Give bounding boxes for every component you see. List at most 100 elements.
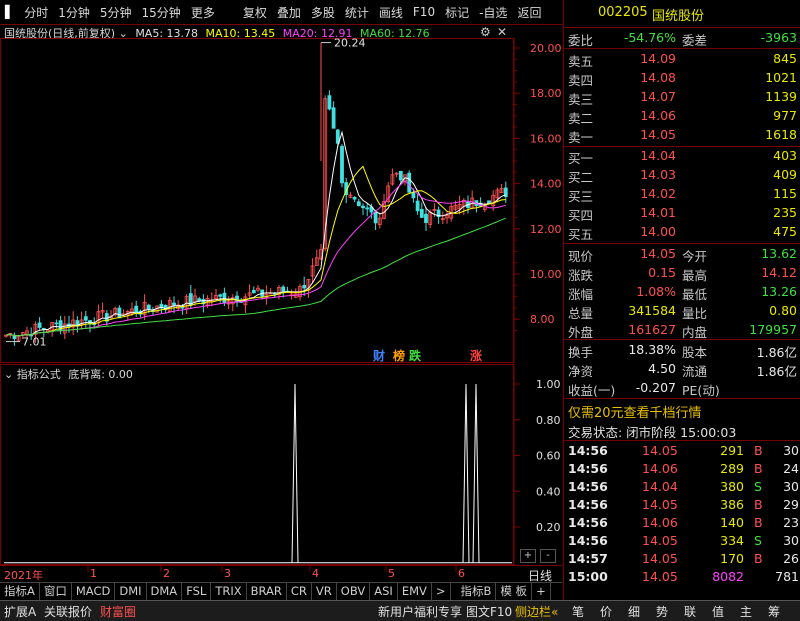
time-axis-year: 2021年 bbox=[4, 569, 43, 582]
indicator-header: ⌄ 指标公式 底背离: 0.00 bbox=[4, 366, 133, 382]
tick-price: 14.05 bbox=[642, 551, 678, 566]
candle bbox=[117, 307, 122, 319]
price-axis-label: 8.00 bbox=[530, 313, 555, 326]
bid-label: 买二 bbox=[568, 170, 594, 185]
zoom-out-button[interactable]: - bbox=[540, 549, 556, 563]
status-left-2[interactable]: 财富圈 bbox=[100, 603, 136, 620]
ask-price: 14.05 bbox=[640, 127, 676, 142]
event-badge: 财 bbox=[372, 348, 385, 363]
low-label: 7.01 bbox=[22, 336, 47, 349]
indicator-tab-4[interactable]: DMA bbox=[147, 583, 183, 600]
status-right-2[interactable]: 侧边栏« bbox=[515, 603, 558, 620]
indicator-tab-5[interactable]: FSL bbox=[182, 583, 212, 600]
promo-link[interactable]: 仅需20元查看千档行情 bbox=[568, 402, 702, 421]
stock-code: 002205 bbox=[598, 5, 648, 20]
tick-price: 14.04 bbox=[642, 479, 678, 494]
indicator-tab-13[interactable]: > bbox=[432, 583, 451, 600]
indicator-tab-3[interactable]: DMI bbox=[115, 583, 147, 600]
candle bbox=[172, 302, 176, 306]
status-right-0[interactable]: 新用户福利专享 bbox=[378, 603, 462, 620]
status-left-0[interactable]: 扩展A bbox=[4, 603, 36, 620]
indicator-tab-7[interactable]: BRAR bbox=[247, 583, 287, 600]
ma20-line bbox=[5, 180, 506, 337]
indicator-tab-9[interactable]: VR bbox=[312, 583, 337, 600]
bid-volume: 409 bbox=[773, 167, 797, 182]
stat-value: -0.207 bbox=[635, 380, 676, 395]
bottom-tab-6[interactable]: 主 bbox=[740, 603, 752, 620]
bottom-tab-2[interactable]: 细 bbox=[628, 603, 640, 620]
tick-price: 14.06 bbox=[642, 461, 678, 476]
bid-price: 14.02 bbox=[640, 186, 676, 201]
bottom-tab-4[interactable]: 联 bbox=[684, 603, 696, 620]
indicator-tab-15[interactable]: 模 板 bbox=[496, 583, 533, 600]
tick-count: 30 bbox=[783, 479, 799, 494]
candle bbox=[365, 207, 370, 210]
ask-label: 卖四 bbox=[568, 73, 594, 88]
tick-price: 14.05 bbox=[642, 569, 678, 584]
tick-time: 14:56 bbox=[568, 533, 608, 548]
indicator-tab-14[interactable]: 指标B bbox=[457, 583, 497, 600]
indicator-tab-10[interactable]: OBV bbox=[337, 583, 371, 600]
indicator-tab-16[interactable]: + bbox=[532, 583, 551, 600]
quote-panel: 002205 国统股份 委比 -54.76% 委差 -3963 仅需20元查看千… bbox=[563, 0, 800, 600]
stat-label: 换手 bbox=[568, 345, 594, 360]
ask-volume: 977 bbox=[773, 108, 797, 123]
ask-label: 卖一 bbox=[568, 130, 594, 145]
bottom-tab-3[interactable]: 势 bbox=[656, 603, 668, 620]
bottom-tab-5[interactable]: 值 bbox=[712, 603, 724, 620]
candle bbox=[83, 316, 88, 321]
bid-volume: 475 bbox=[773, 224, 797, 239]
high-label: 20.24 bbox=[334, 37, 366, 50]
stat-value: 1.86亿 bbox=[756, 364, 797, 379]
indicator-tab-6[interactable]: TRIX bbox=[211, 583, 247, 600]
month-label: 5 bbox=[388, 567, 395, 580]
tick-time: 15:00 bbox=[568, 569, 608, 584]
indicator-axis-label: 0.80 bbox=[536, 414, 561, 427]
ask-price: 14.09 bbox=[640, 51, 676, 66]
indicator-tabs: 指标A 窗口 MACD DMI DMA FSL TRIX BRAR CR VR OBV ASI EMV >… bbox=[0, 582, 562, 600]
price-chart[interactable]: 20.00 18.00 16.00 14.00 12.00 10.00 8.00 20.24 7… bbox=[0, 0, 562, 600]
tick-volume: 291 bbox=[720, 443, 744, 458]
tick-price: 14.05 bbox=[642, 443, 678, 458]
stat-label: 股本 bbox=[682, 345, 708, 360]
status-left-1[interactable]: 关联报价 bbox=[44, 603, 92, 620]
status-right-1[interactable]: 图文F10 bbox=[466, 603, 512, 620]
stat-label: 最高 bbox=[682, 268, 708, 283]
stat-value: 14.12 bbox=[761, 265, 797, 280]
candle bbox=[251, 289, 256, 294]
candle bbox=[302, 284, 307, 289]
indicator-tab-12[interactable]: EMV bbox=[398, 583, 432, 600]
bottom-tab-1[interactable]: 价 bbox=[600, 603, 612, 620]
tick-side: S bbox=[754, 533, 762, 548]
candle bbox=[340, 145, 344, 184]
tick-price: 14.05 bbox=[642, 533, 678, 548]
month-label: 6 bbox=[458, 567, 465, 580]
tick-time: 14:56 bbox=[568, 443, 608, 458]
indicator-tab-0[interactable]: 指标A bbox=[0, 583, 40, 600]
indicator-tab-2[interactable]: MACD bbox=[72, 583, 116, 600]
indicator-name[interactable]: 指标公式 bbox=[17, 368, 61, 381]
indicator-spike bbox=[462, 383, 470, 563]
weicha-label: 委差 bbox=[682, 33, 708, 48]
tick-volume: 289 bbox=[720, 461, 744, 476]
stat-value: 4.50 bbox=[648, 361, 676, 376]
indicator-tab-1[interactable]: 窗口 bbox=[40, 583, 72, 600]
indicator-axis-label: 1.00 bbox=[536, 378, 561, 391]
indicator-tab-8[interactable]: CR bbox=[287, 583, 312, 600]
zoom-in-button[interactable]: + bbox=[520, 549, 536, 563]
indicator-tab-11[interactable]: ASI bbox=[370, 583, 398, 600]
stat-label: 量比 bbox=[682, 306, 708, 321]
stat-value: 14.05 bbox=[640, 246, 676, 261]
stat-label: 流通 bbox=[682, 364, 708, 379]
stat-label: 涨跌 bbox=[568, 268, 594, 283]
stat-value: 0.80 bbox=[769, 303, 797, 318]
bottom-tab-0[interactable]: 笔 bbox=[572, 603, 584, 620]
ma5-line bbox=[5, 130, 506, 337]
stat-label: 净资 bbox=[568, 364, 594, 379]
chevron-down-icon[interactable]: ⌄ bbox=[4, 368, 13, 381]
ask-label: 卖二 bbox=[568, 111, 594, 126]
ma10-line bbox=[5, 165, 506, 337]
indicator-axis-label: 0.40 bbox=[536, 485, 561, 498]
bottom-tab-7[interactable]: 筹 bbox=[768, 603, 780, 620]
tick-side: B bbox=[754, 515, 763, 530]
